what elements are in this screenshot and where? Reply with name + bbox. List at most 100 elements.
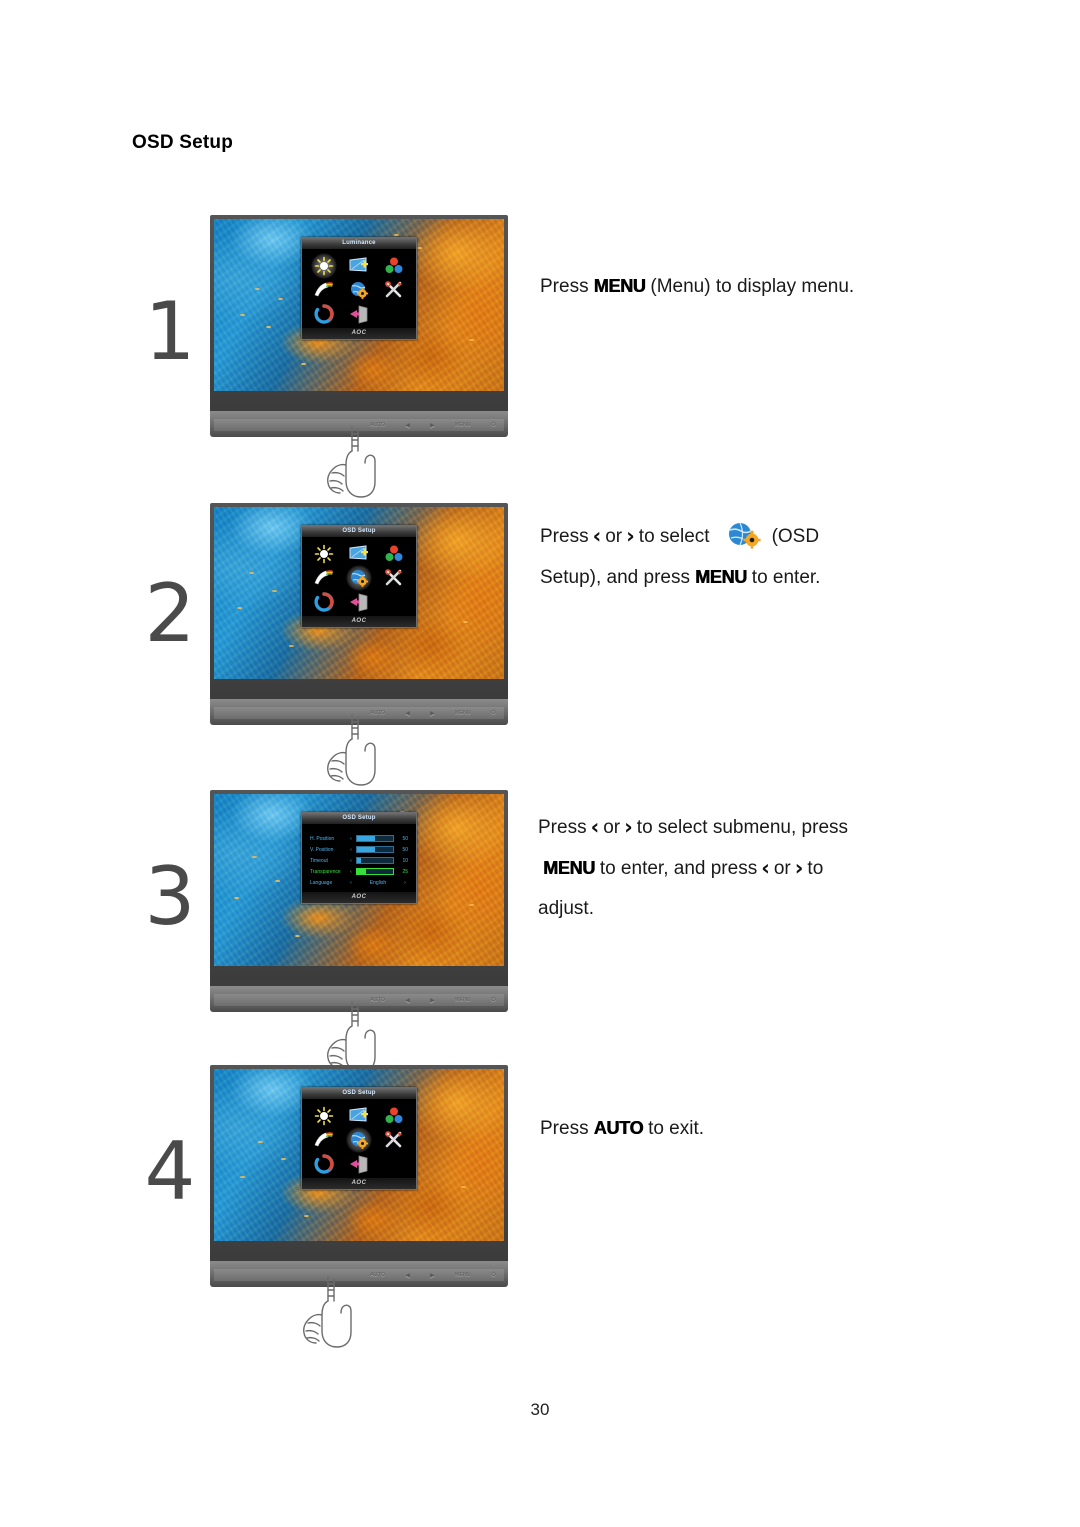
extra-icon[interactable] bbox=[383, 1129, 405, 1151]
reset-icon[interactable] bbox=[313, 1153, 335, 1175]
monitor-screen: OSD Setup AOC bbox=[214, 507, 504, 679]
step-number: 1 bbox=[144, 285, 196, 378]
instruction-text: (Menu) to display menu. bbox=[650, 276, 855, 297]
chevron-left-icon: ‹ bbox=[592, 524, 602, 548]
step-1-instruction: Press MENU (Menu) to display menu. bbox=[540, 266, 1010, 307]
submenu-row-timeout[interactable]: Timeout ‹ 10 bbox=[310, 855, 408, 866]
power-button[interactable]: ⏻ bbox=[491, 422, 496, 429]
step-2-instruction: Press ‹ or › to select (OSD Setup), and … bbox=[540, 516, 1000, 598]
auto-button[interactable]: AUTO bbox=[370, 1272, 385, 1278]
instruction-text: to select submenu, press bbox=[636, 817, 849, 838]
osd-icon-grid bbox=[306, 1104, 412, 1176]
slider-track[interactable] bbox=[356, 846, 394, 853]
menu-key-label: MENU bbox=[694, 567, 747, 587]
aoc-logo: AOC bbox=[302, 892, 416, 903]
power-button[interactable]: ⏻ bbox=[491, 997, 496, 1004]
left-button[interactable]: ◀ bbox=[405, 422, 410, 429]
row-label: V. Position bbox=[310, 846, 334, 853]
submenu-row-language[interactable]: Language ‹ English › bbox=[310, 877, 408, 888]
instruction-text: Setup), and press bbox=[540, 567, 690, 588]
osd-menu-body bbox=[302, 537, 416, 616]
osd-setup-globe-icon bbox=[724, 521, 766, 551]
monitor-illustration-2: OSD Setup AOC AUTO ◀ ▶ MENU ⏻ bbox=[210, 503, 518, 786]
instruction-text: Press bbox=[540, 1118, 589, 1139]
extra-icon[interactable] bbox=[383, 567, 405, 589]
instruction-text: Press bbox=[540, 276, 589, 297]
row-label: H. Position bbox=[310, 835, 335, 842]
submenu-row-h-position[interactable]: H. Position ‹ 50 bbox=[310, 833, 408, 844]
monitor-frame: OSD Setup AOC bbox=[210, 1065, 508, 1265]
instruction-text: Press bbox=[540, 526, 589, 547]
right-button[interactable]: ▶ bbox=[430, 1272, 435, 1279]
row-value: English bbox=[369, 879, 387, 886]
color-setup-icon[interactable] bbox=[383, 255, 405, 277]
slider-track[interactable] bbox=[356, 857, 394, 864]
step-number: 2 bbox=[144, 567, 196, 660]
submenu-row-v-position[interactable]: V. Position ‹ 50 bbox=[310, 844, 408, 855]
monitor-illustration-3: OSD Setup H. Position ‹ 50 V. Position ‹… bbox=[210, 790, 518, 1073]
osd-setup-icon[interactable] bbox=[345, 565, 372, 591]
monitor-illustration-1: Luminance AOC AUTO ◀ ▶ MENU ⏻ bbox=[210, 215, 518, 498]
osd-menu-title: OSD Setup bbox=[302, 813, 416, 824]
picture-boost-icon[interactable] bbox=[313, 567, 335, 589]
auto-key-label: AUTO bbox=[593, 1118, 644, 1138]
left-button[interactable]: ◀ bbox=[405, 997, 410, 1004]
chevron-left-icon: ‹ bbox=[350, 868, 352, 875]
row-value: 50 bbox=[402, 835, 408, 842]
menu-button[interactable]: MENU bbox=[455, 1272, 471, 1278]
osd-menu-body: H. Position ‹ 50 V. Position ‹ 50 Timeou… bbox=[302, 824, 416, 892]
slider-track[interactable] bbox=[356, 835, 394, 842]
step-number: 4 bbox=[144, 1125, 196, 1218]
exit-icon[interactable] bbox=[348, 303, 370, 325]
picture-boost-icon[interactable] bbox=[313, 1129, 335, 1151]
reset-icon[interactable] bbox=[313, 303, 335, 325]
osd-setup-icon[interactable] bbox=[345, 1127, 372, 1153]
exit-icon[interactable] bbox=[348, 1153, 370, 1175]
monitor-frame: Luminance AOC bbox=[210, 215, 508, 415]
manual-page: OSD Setup 1 Luminance AOC AUTO ◀ ▶ MENU … bbox=[0, 0, 1080, 1527]
color-setup-icon[interactable] bbox=[383, 543, 405, 565]
instruction-text: to bbox=[807, 858, 824, 879]
left-button[interactable]: ◀ bbox=[405, 710, 410, 717]
right-button[interactable]: ▶ bbox=[430, 422, 435, 429]
menu-button[interactable]: MENU bbox=[455, 997, 471, 1003]
menu-button[interactable]: MENU bbox=[455, 422, 471, 428]
instruction-text: or bbox=[773, 858, 791, 879]
right-button[interactable]: ▶ bbox=[430, 710, 435, 717]
instruction-text: Press bbox=[538, 817, 587, 838]
image-setup-icon[interactable] bbox=[348, 543, 370, 565]
instruction-text: (OSD bbox=[771, 526, 820, 547]
color-setup-icon[interactable] bbox=[383, 1105, 405, 1127]
menu-button[interactable]: MENU bbox=[455, 710, 471, 716]
chevron-left-icon: ‹ bbox=[590, 815, 600, 839]
right-button[interactable]: ▶ bbox=[430, 997, 435, 1004]
pointing-hand-icon bbox=[318, 713, 390, 791]
instruction-text: to select bbox=[638, 526, 710, 547]
image-setup-icon[interactable] bbox=[348, 255, 370, 277]
row-label: Timeout bbox=[310, 857, 328, 864]
chevron-right-icon: › bbox=[626, 524, 635, 548]
power-button[interactable]: ⏻ bbox=[491, 710, 496, 717]
extra-icon[interactable] bbox=[383, 279, 405, 301]
power-button[interactable]: ⏻ bbox=[491, 1272, 496, 1279]
osd-menu-body bbox=[302, 1099, 416, 1178]
picture-boost-icon[interactable] bbox=[313, 279, 335, 301]
image-setup-icon[interactable] bbox=[348, 1105, 370, 1127]
instruction-text: or bbox=[603, 817, 621, 838]
chevron-right-icon: › bbox=[624, 815, 633, 839]
osd-setup-icon[interactable] bbox=[348, 279, 370, 301]
osd-icon-grid bbox=[306, 253, 412, 326]
menu-key-label: MENU bbox=[593, 276, 646, 296]
reset-icon[interactable] bbox=[313, 591, 335, 613]
slider-track[interactable] bbox=[356, 868, 394, 875]
instruction-text: to enter. bbox=[751, 567, 821, 588]
luminance-icon[interactable] bbox=[313, 543, 335, 565]
exit-icon[interactable] bbox=[348, 591, 370, 613]
osd-submenu-list: H. Position ‹ 50 V. Position ‹ 50 Timeou… bbox=[306, 829, 412, 890]
instruction-text: or bbox=[605, 526, 623, 547]
luminance-icon[interactable] bbox=[310, 253, 337, 279]
chevron-left-icon: ‹ bbox=[350, 846, 352, 853]
left-button[interactable]: ◀ bbox=[405, 1272, 410, 1279]
luminance-icon[interactable] bbox=[313, 1105, 335, 1127]
submenu-row-transparence[interactable]: Transparence ‹ 25 bbox=[310, 866, 408, 877]
